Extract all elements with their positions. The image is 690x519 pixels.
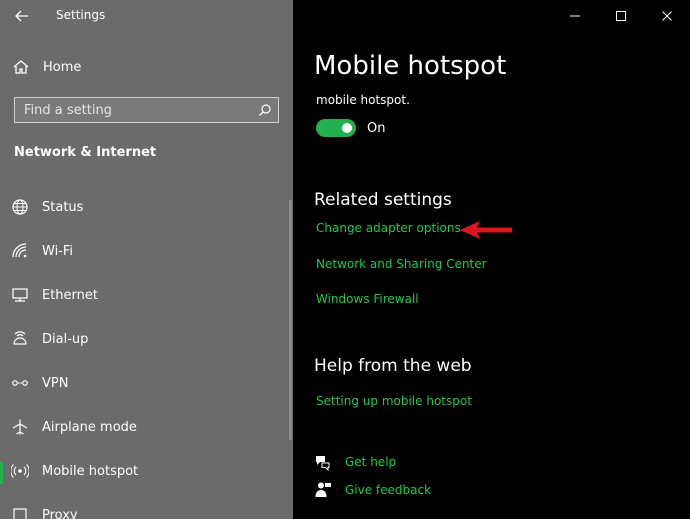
sidebar: Settings Home Find a setting Network & I… xyxy=(0,0,293,519)
close-button[interactable] xyxy=(644,0,690,32)
globe-icon xyxy=(12,199,28,215)
minimize-button[interactable] xyxy=(552,0,598,32)
vpn-icon xyxy=(12,380,28,386)
sidebar-item-dialup[interactable]: Dial-up xyxy=(0,318,290,362)
give-feedback-label: Give feedback xyxy=(345,483,432,497)
maximize-icon xyxy=(616,11,626,21)
wifi-icon xyxy=(12,243,27,258)
sidebar-item-vpn[interactable]: VPN xyxy=(0,362,290,406)
home-label: Home xyxy=(43,59,82,75)
get-help-label: Get help xyxy=(345,455,397,469)
search-input[interactable]: Find a setting xyxy=(14,97,279,123)
minimize-icon xyxy=(570,15,580,17)
sidebar-item-label: Wi-Fi xyxy=(42,244,74,259)
sidebar-item-label: VPN xyxy=(42,376,69,391)
back-arrow-icon xyxy=(15,10,28,22)
section-heading: Network & Internet xyxy=(14,145,157,160)
toggle-state-label: On xyxy=(367,120,386,136)
help-heading: Help from the web xyxy=(314,356,472,376)
page-title: Mobile hotspot xyxy=(314,51,507,81)
airplane-icon xyxy=(12,419,28,435)
sidebar-item-label: Proxy xyxy=(42,508,78,519)
get-help-row[interactable]: Get help xyxy=(314,452,396,472)
hotspot-icon xyxy=(11,464,29,478)
sidebar-item-proxy[interactable]: Proxy xyxy=(0,494,290,519)
close-icon xyxy=(662,11,672,21)
sidebar-item-label: Ethernet xyxy=(42,288,98,303)
annotation-arrow-icon xyxy=(460,221,512,239)
sidebar-item-label: Status xyxy=(42,200,84,215)
change-adapter-options-link[interactable]: Change adapter options xyxy=(316,221,461,235)
ethernet-icon xyxy=(12,288,28,302)
setting-up-hotspot-link[interactable]: Setting up mobile hotspot xyxy=(316,394,472,408)
search-icon[interactable] xyxy=(258,103,272,117)
proxy-icon xyxy=(13,508,27,519)
hotspot-toggle-row: On xyxy=(316,118,385,138)
home-link[interactable]: Home xyxy=(0,52,293,82)
app-title: Settings xyxy=(56,8,106,22)
sidebar-item-label: Airplane mode xyxy=(42,420,137,435)
sidebar-item-label: Dial-up xyxy=(42,332,89,347)
back-button[interactable] xyxy=(10,4,34,28)
sidebar-item-label: Mobile hotspot xyxy=(42,464,139,479)
home-icon xyxy=(13,60,29,74)
sidebar-item-mobile-hotspot[interactable]: Mobile hotspot xyxy=(0,450,290,494)
give-feedback-row[interactable]: Give feedback xyxy=(314,480,431,500)
hotspot-description: mobile hotspot. xyxy=(316,93,410,107)
sidebar-nav: Status Wi-Fi Ethernet Dial-up VPN Airpla… xyxy=(0,186,290,519)
search-placeholder: Find a setting xyxy=(24,103,112,118)
window-controls xyxy=(552,0,690,32)
sidebar-item-wifi[interactable]: Wi-Fi xyxy=(0,230,290,274)
maximize-button[interactable] xyxy=(598,0,644,32)
network-sharing-center-link[interactable]: Network and Sharing Center xyxy=(316,257,487,271)
sidebar-item-status[interactable]: Status xyxy=(0,186,290,230)
sidebar-item-ethernet[interactable]: Ethernet xyxy=(0,274,290,318)
dialup-icon xyxy=(13,331,27,345)
title-bar: Settings xyxy=(0,0,293,32)
windows-firewall-link[interactable]: Windows Firewall xyxy=(316,292,419,306)
hotspot-toggle[interactable] xyxy=(316,119,356,137)
chat-help-icon xyxy=(314,453,332,471)
feedback-icon xyxy=(314,481,332,499)
sidebar-item-airplane-mode[interactable]: Airplane mode xyxy=(0,406,290,450)
related-settings-heading: Related settings xyxy=(314,190,452,210)
